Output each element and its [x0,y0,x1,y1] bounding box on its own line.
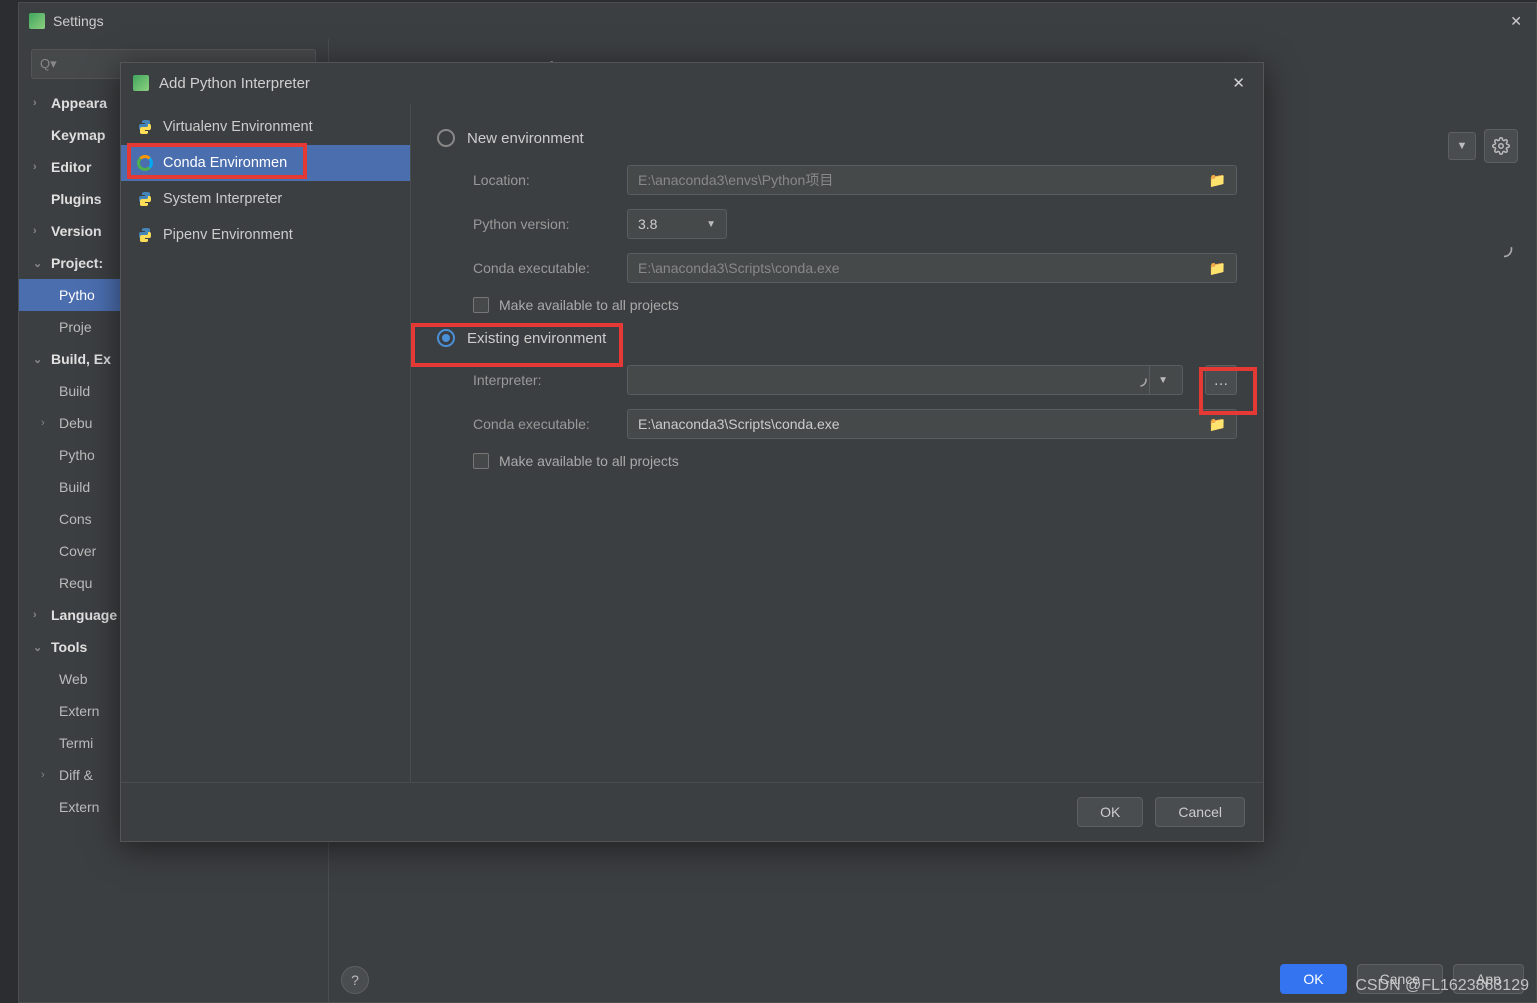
modal-titlebar: Add Python Interpreter ✕ [121,63,1263,103]
help-icon[interactable]: ? [341,966,369,994]
browse-button[interactable]: … [1205,365,1237,395]
python-icon [137,227,153,243]
modal-footer: OK Cancel [121,782,1263,841]
modal-content: New environment Location: E:\anaconda3\e… [411,103,1263,782]
pyversion-label: Python version: [473,216,613,232]
radio-icon [437,129,455,147]
checkbox-icon [473,453,489,469]
condaexe-label2: Conda executable: [473,416,613,432]
interpreter-type-sidebar: Virtualenv Environment Conda Environmen … [121,103,411,782]
python-icon [137,191,153,207]
pycharm-icon [29,13,45,29]
conda-environment[interactable]: Conda Environmen [121,145,410,181]
close-icon[interactable]: ✕ [1226,70,1251,96]
folder-icon[interactable]: 📁 [1209,172,1226,189]
chevron-down-icon[interactable]: ▼ [1149,366,1176,394]
modal-title: Add Python Interpreter [159,75,310,92]
loading-spinner-icon [1494,239,1514,259]
close-icon[interactable]: ✕ [1506,9,1526,34]
interpreter-label: Interpreter: [473,372,613,388]
location-label: Location: [473,172,613,188]
venv-environment[interactable]: Virtualenv Environment [121,109,410,145]
ok-button[interactable]: OK [1280,964,1346,994]
new-environment-radio[interactable]: New environment [437,129,1237,147]
system-interpreter[interactable]: System Interpreter [121,181,410,217]
add-interpreter-modal: Add Python Interpreter ✕ Virtualenv Envi… [120,62,1264,842]
ok-button[interactable]: OK [1077,797,1143,827]
interpreter-select[interactable]: ▼ [627,365,1183,395]
settings-title: Settings [53,13,104,29]
settings-titlebar: Settings ✕ [19,3,1536,39]
python-icon [137,119,153,135]
cancel-button[interactable]: Cancel [1155,797,1245,827]
search-icon: Q▾ [40,56,57,72]
folder-icon[interactable]: 📁 [1209,416,1226,433]
pycharm-icon [133,75,149,91]
interpreter-dropdown-caret[interactable]: ▼ [1448,132,1476,160]
editor-gutter [0,0,20,1003]
pipenv-environment[interactable]: Pipenv Environment [121,217,410,253]
make-available-checkbox2[interactable]: Make available to all projects [473,453,1237,469]
conda-icon [137,155,153,171]
python-version-select[interactable]: 3.8 ▼ [627,209,727,239]
folder-icon[interactable]: 📁 [1209,260,1226,277]
location-input[interactable]: E:\anaconda3\envs\Python项目 📁 [627,165,1237,195]
make-available-checkbox[interactable]: Make available to all projects [473,297,1237,313]
existing-environment-radio[interactable]: Existing environment [437,329,1237,347]
condaexe-label: Conda executable: [473,260,613,276]
radio-icon [437,329,455,347]
checkbox-icon [473,297,489,313]
loading-spinner-icon [1131,371,1149,389]
conda-executable-input2[interactable]: E:\anaconda3\Scripts\conda.exe 📁 [627,409,1237,439]
chevron-down-icon: ▼ [706,219,716,230]
gear-icon[interactable] [1484,129,1518,163]
conda-executable-input[interactable]: E:\anaconda3\Scripts\conda.exe 📁 [627,253,1237,283]
watermark: CSDN @FL1623863129 [1355,977,1529,995]
